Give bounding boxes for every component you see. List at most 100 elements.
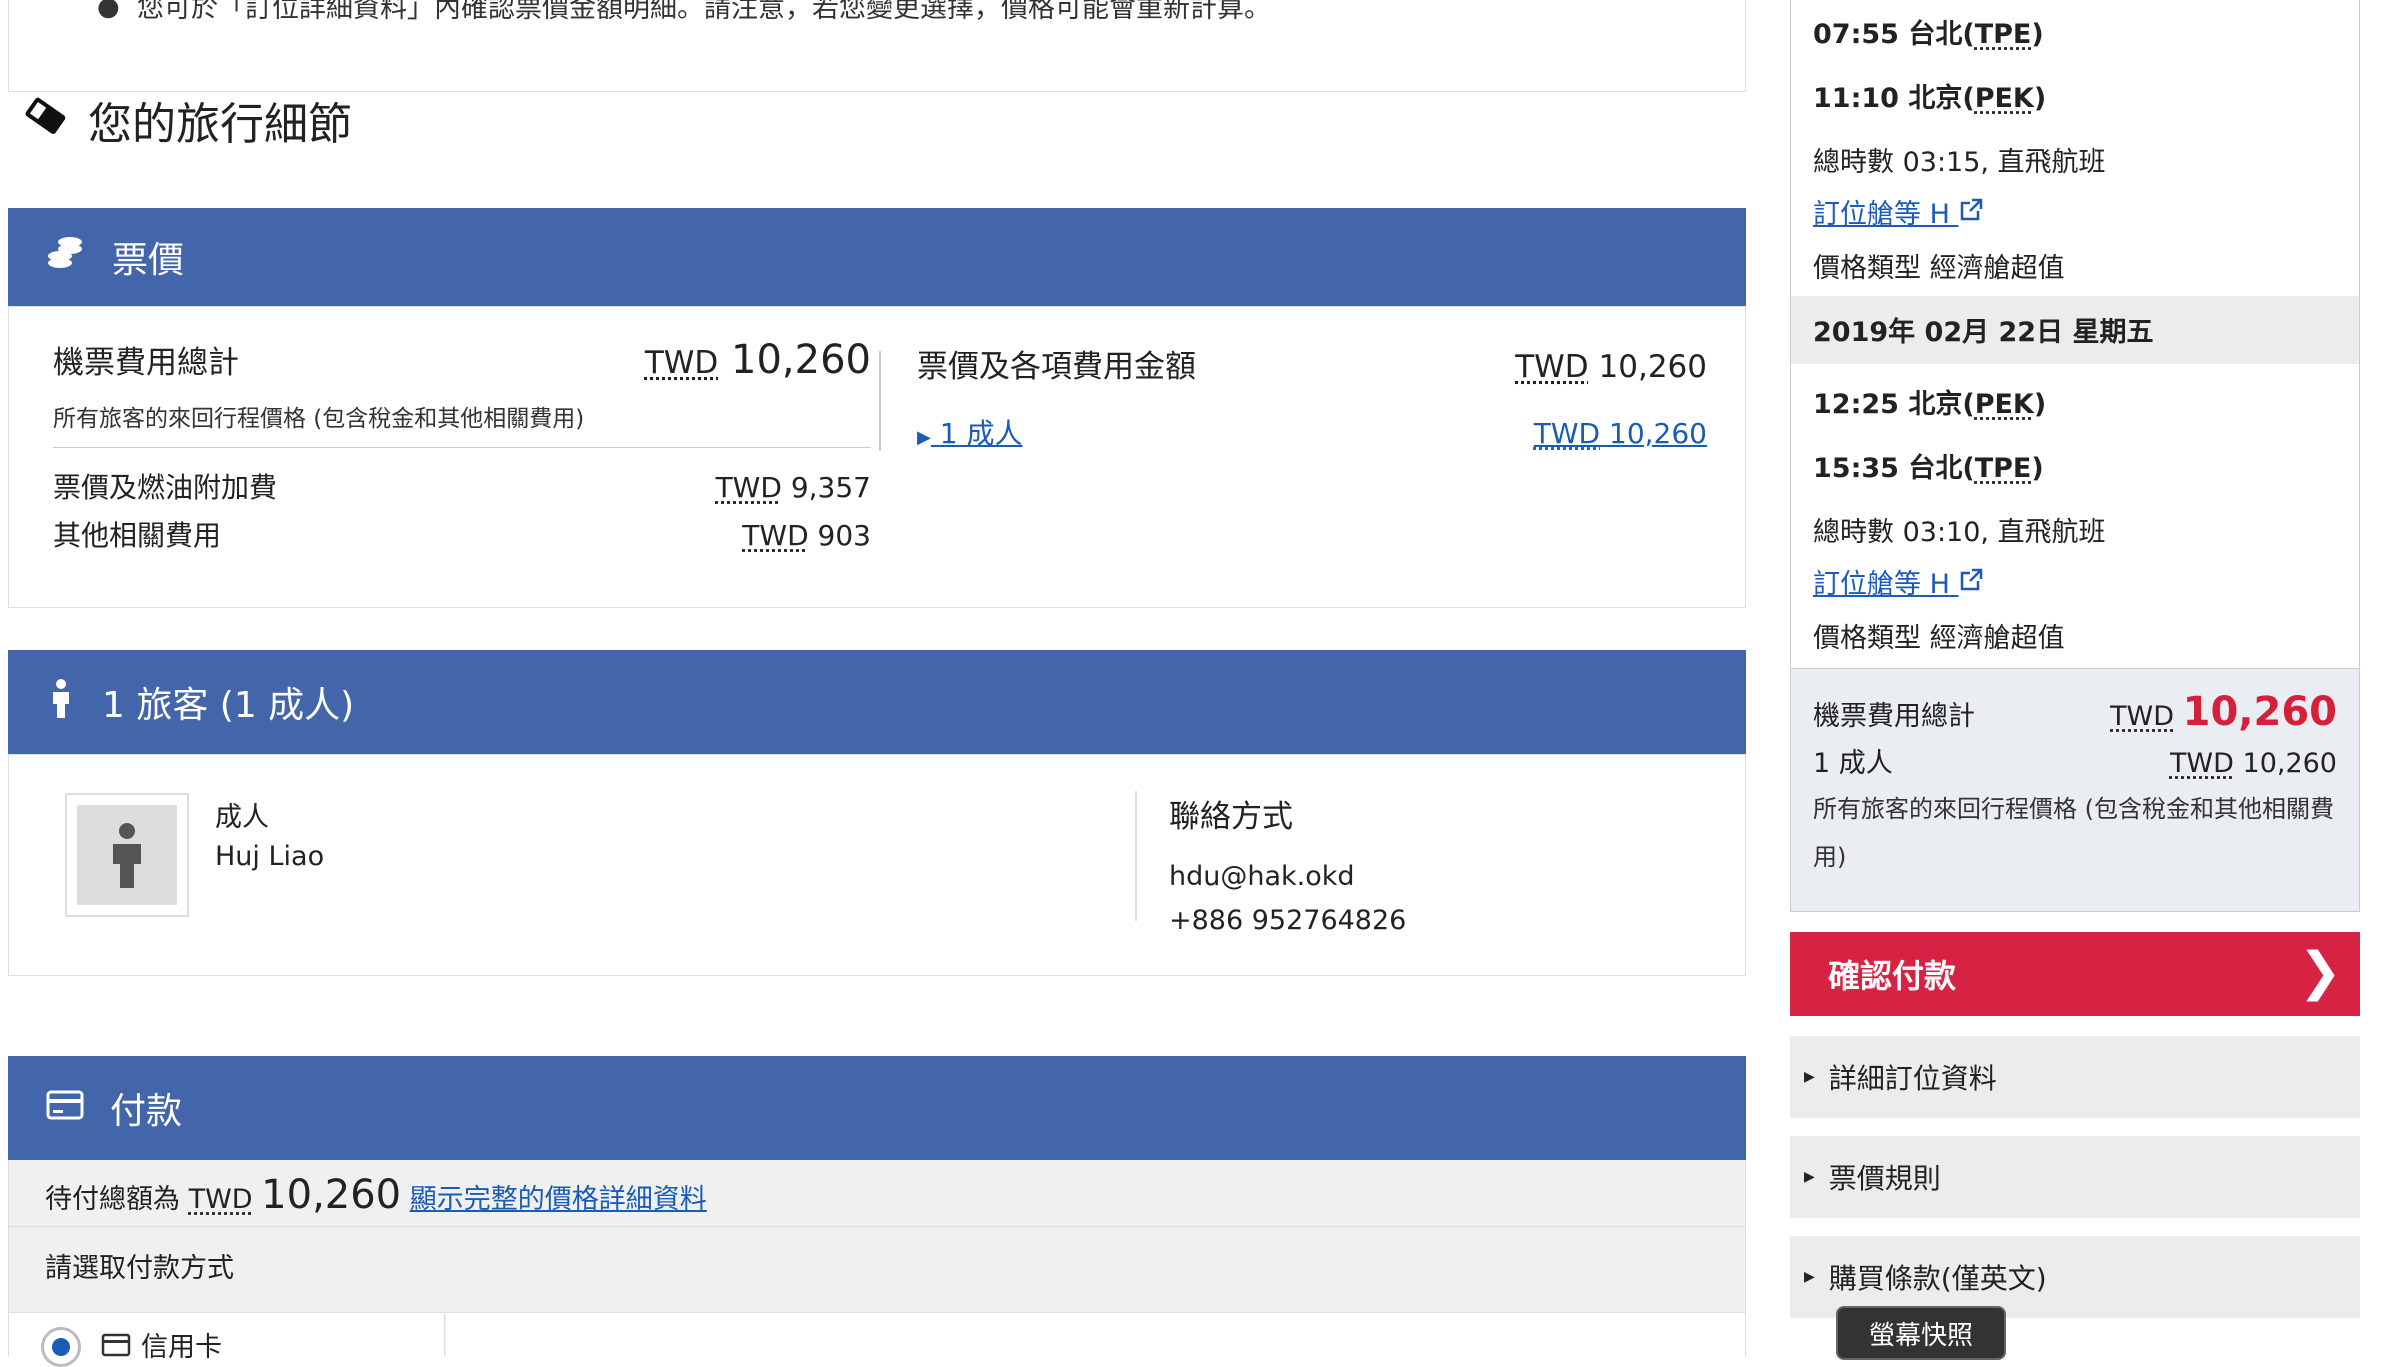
fare-summary: 機票費用總計 TWD 10,260 所有旅客的來回行程價格 (包含稅金和其他相關… [53, 337, 871, 562]
accordion-label: 詳細訂位資料 [1828, 1062, 1997, 1095]
summary-note: 所有旅客的來回行程價格 (包含稅金和其他相關費用) [1813, 795, 2334, 871]
trip-details-title: 您的旅行細節 [88, 99, 352, 150]
summary-adult-label: 1 成人 [1813, 748, 1893, 779]
fare-line-amount: 9,357 [790, 471, 871, 504]
price-summary: 機票費用總計 TWD 10,260 1 成人 TWD 10,260 所有旅客的來… [1790, 668, 2360, 912]
traveler-name: Huj Liao [215, 841, 325, 872]
payment-form-area [446, 1312, 1745, 1356]
summary-total-label: 機票費用總計 [1813, 701, 1975, 732]
ticket-icon [22, 91, 70, 150]
person-icon [113, 823, 141, 888]
outbound-duration: 總時數 03:15, 直飛航班 [1813, 147, 2106, 178]
divider [9, 1226, 1745, 1227]
outbound-depart: 07:55 台北(TPE) [1813, 19, 2044, 50]
fare-breakdown: 票價及各項費用金額 TWD 10,260 ▶ 1 成人 TWD 10,260 [917, 341, 1707, 452]
currency-code: TWD [742, 519, 809, 552]
summary-total-amount: 10,260 [2182, 689, 2337, 735]
payment-panel-header: 付款 [8, 1056, 1746, 1160]
fare-total-label: 機票費用總計 [53, 345, 239, 381]
notice-box: ● 您可於「訂位詳細資料」內確認票價金額明細。請注意，若您變更選擇，價格可能會重… [8, 0, 1746, 92]
inbound-arrive: 15:35 台北(TPE) [1813, 453, 2044, 484]
traveler-panel-title: 1 旅客 (1 成人) [102, 685, 355, 726]
avatar [65, 793, 189, 917]
person-icon [46, 678, 76, 727]
fare-panel-title: 票價 [112, 240, 185, 281]
currency-code: TWD [1533, 417, 1601, 450]
confirm-payment-button[interactable]: 確認付款 ❯ [1790, 932, 2360, 1016]
fare-line: 票價及燃油附加費 TWD 9,357 [53, 466, 871, 506]
external-link-icon [1958, 197, 1984, 230]
caret-right-icon: ▶ [1804, 1269, 1815, 1285]
vertical-divider [1135, 791, 1137, 921]
credit-card-icon [101, 1333, 131, 1356]
currency-code: TWD [2110, 701, 2175, 732]
fare-total-value: TWD 10,260 [645, 337, 871, 383]
contact-heading: 聯絡方式 [1169, 799, 1293, 835]
notice-text: 您可於「訂位詳細資料」內確認票價金額明細。請注意，若您變更選擇，價格可能會重新計… [137, 0, 1271, 24]
contact-email: hdu@hak.okd [1169, 861, 1355, 892]
main-content: ● 您可於「訂位詳細資料」內確認票價金額明細。請注意，若您變更選擇，價格可能會重… [0, 0, 1752, 1367]
summary-adult-row: 1 成人 TWD 10,260 [1813, 741, 2337, 780]
fare-line-label: 票價及燃油附加費 [53, 471, 278, 504]
currency-code: TWD [715, 471, 782, 504]
caret-right-icon: ▶ [917, 427, 931, 448]
external-link-icon [1958, 567, 1984, 600]
fare-total-note: 所有旅客的來回行程價格 (包含稅金和其他相關費用) [53, 406, 585, 432]
accordion-label: 購買條款(僅英文) [1828, 1262, 2047, 1295]
show-price-details-link[interactable]: 顯示完整的價格詳細資料 [410, 1184, 707, 1215]
payment-method-list: 信用卡 [9, 1312, 445, 1367]
return-date-band: 2019年 02月 22日 星期五 [1791, 296, 2359, 364]
traveler-panel-body: 成人 Huj Liao 聯絡方式 hdu@hak.okd +886 952764… [8, 754, 1746, 976]
screenshot-tooltip: 螢幕快照 [1836, 1306, 2006, 1360]
currency-code: TWD [644, 345, 719, 381]
credit-card-option[interactable]: 信用卡 [101, 1325, 222, 1364]
payment-panel-title: 付款 [110, 1091, 183, 1132]
divider [53, 447, 871, 448]
fare-panel-header: 票價 [8, 208, 1746, 306]
traveler-panel-header: 1 旅客 (1 成人) [8, 650, 1746, 754]
caret-right-icon: ▶ [1804, 1069, 1815, 1085]
currency-code: TWD [1515, 349, 1589, 385]
outbound-booking-class-link[interactable]: 訂位艙等 H [1813, 192, 1984, 231]
amount-due-prefix: 待付總額為 [45, 1184, 180, 1215]
credit-card-radio[interactable] [41, 1327, 81, 1367]
fare-total-amount: 10,260 [731, 337, 871, 383]
choose-payment-label: 請選取付款方式 [45, 1253, 234, 1284]
itinerary-summary: 07:55 台北(TPE) 11:10 北京(PEK) 總時數 03:15, 直… [1790, 0, 2360, 668]
inbound-fare-type: 價格類型 經濟艙超值 [1813, 623, 2065, 654]
payment-panel-body: 待付總額為 TWD 10,260 顯示完整的價格詳細資料 請選取付款方式 信用卡 [8, 1160, 1746, 1367]
fare-panel-body: 機票費用總計 TWD 10,260 所有旅客的來回行程價格 (包含稅金和其他相關… [8, 306, 1746, 608]
credit-card-label: 信用卡 [141, 1332, 222, 1363]
return-date: 2019年 02月 22日 星期五 [1813, 317, 2154, 348]
summary-adult-amount: 10,260 [2242, 748, 2337, 779]
amount-due-value: 10,260 [261, 1172, 402, 1218]
confirm-payment-label: 確認付款 [1828, 957, 1957, 995]
summary-total-row: 機票費用總計 TWD 10,260 [1813, 689, 2337, 735]
notice-bullet: ● [97, 0, 120, 22]
currency-code: TWD [2169, 748, 2234, 779]
accordion-booking-details[interactable]: ▶ 詳細訂位資料 [1790, 1036, 2360, 1118]
currency-code: TWD [188, 1184, 253, 1215]
inbound-booking-class-link[interactable]: 訂位艙等 H [1813, 562, 1984, 601]
amount-due: 待付總額為 TWD 10,260 顯示完整的價格詳細資料 [45, 1172, 707, 1218]
outbound-arrive: 11:10 北京(PEK) [1813, 83, 2047, 114]
outbound-fare-type: 價格類型 經濟艙超值 [1813, 253, 2065, 284]
fare-line: 其他相關費用 TWD 903 [53, 514, 871, 554]
fare-line-label: 其他相關費用 [53, 519, 222, 552]
chevron-right-icon: ❯ [2298, 942, 2342, 1002]
adult-fare-amount-link[interactable]: TWD 10,260 [1534, 417, 1707, 450]
fare-breakdown-label: 票價及各項費用金額 [917, 349, 1196, 385]
traveler-type: 成人 [215, 802, 269, 833]
sidebar: 07:55 台北(TPE) 11:10 北京(PEK) 總時數 03:15, 直… [1790, 0, 2360, 1356]
fare-breakdown-amount: 10,260 [1598, 349, 1707, 385]
inbound-depart: 12:25 北京(PEK) [1813, 389, 2047, 420]
contact-phone: +886 952764826 [1169, 905, 1407, 936]
inbound-duration: 總時數 03:10, 直飛航班 [1813, 517, 2106, 548]
coins-icon [46, 233, 86, 282]
credit-card-icon [46, 1088, 84, 1129]
adult-fare-toggle[interactable]: ▶ 1 成人 [917, 412, 1022, 452]
accordion-fare-rules[interactable]: ▶ 票價規則 [1790, 1136, 2360, 1218]
adult-fare-link: 1 成人 [939, 417, 1023, 450]
fare-line-amount: 903 [817, 519, 871, 552]
trip-details-heading: 您的旅行細節 [22, 88, 352, 152]
